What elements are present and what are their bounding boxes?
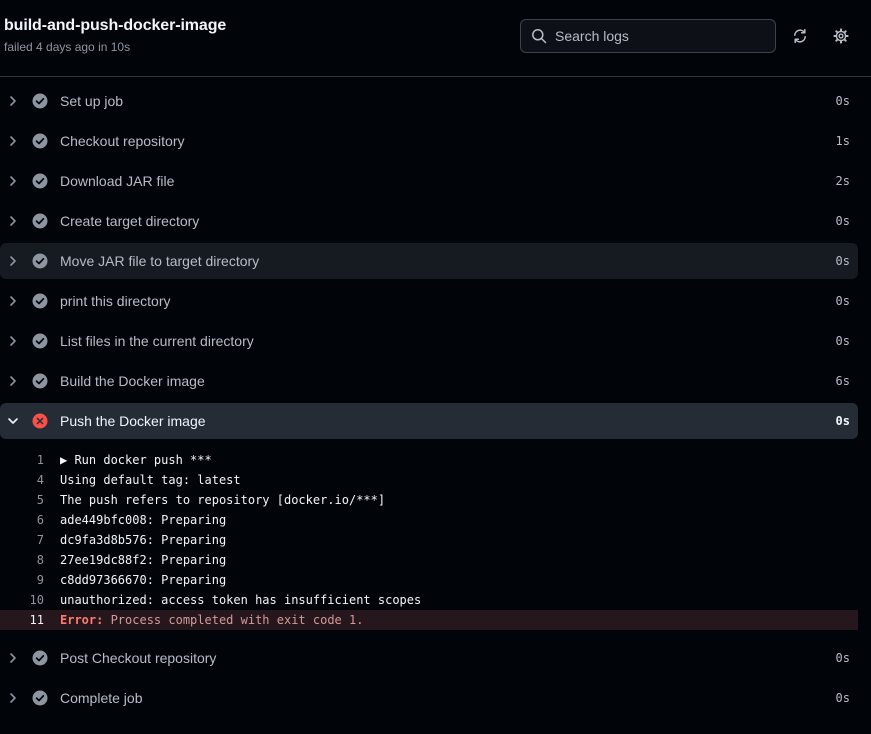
log-line-number[interactable]: 9 xyxy=(0,570,44,590)
check-circle-fill-icon xyxy=(32,253,48,269)
log-line-text: Error: Process completed with exit code … xyxy=(60,610,363,630)
step-name: List files in the current directory xyxy=(60,333,254,349)
step-duration: 6s xyxy=(835,374,850,388)
log-line-number[interactable]: 7 xyxy=(0,530,44,550)
log-line[interactable]: 8 27ee19dc88f2: Preparing xyxy=(0,550,858,570)
search-icon xyxy=(532,29,547,44)
log-line-number[interactable]: 1 xyxy=(0,450,44,470)
step-name: Move JAR file to target directory xyxy=(60,253,260,269)
chevron-right-icon xyxy=(10,256,16,266)
step-name: Post Checkout repository xyxy=(60,650,217,666)
gear-icon xyxy=(833,28,849,44)
chevron-right-icon xyxy=(10,176,16,186)
settings-button[interactable] xyxy=(827,22,855,50)
sync-icon xyxy=(794,28,806,44)
step-name: Push the Docker image xyxy=(60,413,206,429)
check-circle-fill-icon xyxy=(32,650,48,666)
log-line[interactable]: 6 ade449bfc008: Preparing xyxy=(0,510,858,530)
check-circle-fill-icon xyxy=(32,173,48,189)
log-line[interactable]: 1 ▶ Run docker push *** xyxy=(0,450,858,470)
search-logs-box[interactable] xyxy=(520,19,776,53)
log-line[interactable]: 5 The push refers to repository [docker.i… xyxy=(0,490,858,510)
check-circle-fill-icon xyxy=(32,373,48,389)
log-line[interactable]: 10 unauthorized: access token has insuffi… xyxy=(0,590,858,610)
step-download-jar-file[interactable]: Download JAR file 2s xyxy=(0,163,858,199)
check-circle-fill-icon xyxy=(32,93,48,109)
step-complete-job[interactable]: Complete job 0s xyxy=(0,680,858,716)
step-post-checkout-repository[interactable]: Post Checkout repository 0s xyxy=(0,640,858,676)
log-line-text: c8dd97366670: Preparing xyxy=(60,573,227,587)
chevron-down-icon xyxy=(8,418,18,424)
chevron-right-icon xyxy=(10,216,16,226)
log-line-text: The push refers to repository [docker.io… xyxy=(60,493,386,507)
check-circle-fill-icon xyxy=(32,333,48,349)
step-name: Build the Docker image xyxy=(60,373,205,389)
step-duration: 0s xyxy=(835,254,850,268)
search-logs-input[interactable] xyxy=(555,28,755,44)
step-push-docker-image[interactable]: Push the Docker image 0s xyxy=(0,403,858,439)
step-list-files-in-the-current-directory[interactable]: List files in the current directory 0s xyxy=(0,323,858,359)
job-title: build-and-push-docker-image xyxy=(4,17,227,34)
x-circle-fill-icon xyxy=(32,413,48,429)
log-line-text: ▶ Run docker push *** xyxy=(60,453,212,467)
log-line-number[interactable]: 10 xyxy=(0,590,44,610)
chevron-right-icon xyxy=(10,653,16,663)
log-line-number[interactable]: 4 xyxy=(0,470,44,490)
check-circle-fill-icon xyxy=(32,213,48,229)
step-duration: 0s xyxy=(835,691,850,705)
job-header: build-and-push-docker-image failed 4 day… xyxy=(0,0,871,77)
step-duration: 0s xyxy=(835,651,850,665)
step-name: Set up job xyxy=(60,93,124,109)
log-line-text: Using default tag: latest xyxy=(60,473,241,487)
chevron-right-icon xyxy=(10,136,16,146)
job-status-subtitle: failed 4 days ago in 10s xyxy=(4,40,131,54)
chevron-right-icon xyxy=(10,693,16,703)
chevron-right-icon xyxy=(10,336,16,346)
step-set-up-job[interactable]: Set up job 0s xyxy=(0,83,858,119)
step-print-this-directory[interactable]: print this directory 0s xyxy=(0,283,858,319)
log-line[interactable]: 7 dc9fa3d8b576: Preparing xyxy=(0,530,858,550)
step-duration: 0s xyxy=(835,94,850,108)
log-line-text: unauthorized: access token has insuffici… xyxy=(60,593,422,607)
chevron-right-icon xyxy=(10,96,16,106)
log-line-error[interactable]: 11 Error: Process completed with exit co… xyxy=(0,610,858,630)
log-line-number[interactable]: 8 xyxy=(0,550,44,570)
step-checkout-repository[interactable]: Checkout repository 1s xyxy=(0,123,858,159)
log-line-number[interactable]: 11 xyxy=(0,610,44,630)
step-duration: 0s xyxy=(835,214,850,228)
error-message: Process completed with exit code 1. xyxy=(103,613,364,627)
step-duration: 0s xyxy=(835,414,850,428)
step-build-the-docker-image[interactable]: Build the Docker image 6s xyxy=(0,363,858,399)
step-name: Complete job xyxy=(60,690,143,706)
step-log: 1 ▶ Run docker push *** 4 Using default tag… xyxy=(0,450,858,630)
step-move-jar-file-to-target-directory[interactable]: Move JAR file to target directory 0s xyxy=(0,243,858,279)
log-line-number[interactable]: 5 xyxy=(0,490,44,510)
check-circle-fill-icon xyxy=(32,293,48,309)
step-duration: 0s xyxy=(835,334,850,348)
job-steps-list: Set up job 0s Checkout repository 1s Downloa… xyxy=(0,83,871,720)
step-duration: 2s xyxy=(835,174,850,188)
step-duration: 1s xyxy=(835,134,850,148)
log-line[interactable]: 4 Using default tag: latest xyxy=(0,470,858,490)
log-line-number[interactable]: 6 xyxy=(0,510,44,530)
check-circle-fill-icon xyxy=(32,690,48,706)
check-circle-fill-icon xyxy=(32,133,48,149)
log-line-text: ade449bfc008: Preparing xyxy=(60,513,227,527)
step-name: Checkout repository xyxy=(60,133,185,149)
chevron-right-icon xyxy=(10,296,16,306)
log-line[interactable]: 9 c8dd97366670: Preparing xyxy=(0,570,858,590)
step-duration: 0s xyxy=(835,294,850,308)
error-label: Error: xyxy=(60,613,104,627)
step-name: Download JAR file xyxy=(60,173,175,189)
log-line-text: dc9fa3d8b576: Preparing xyxy=(60,533,227,547)
log-line-text: 27ee19dc88f2: Preparing xyxy=(60,553,227,567)
step-create-target-directory[interactable]: Create target directory 0s xyxy=(0,203,858,239)
step-name: Create target directory xyxy=(60,213,200,229)
refresh-button[interactable] xyxy=(786,22,814,50)
chevron-right-icon xyxy=(10,376,16,386)
step-name: print this directory xyxy=(60,293,171,309)
